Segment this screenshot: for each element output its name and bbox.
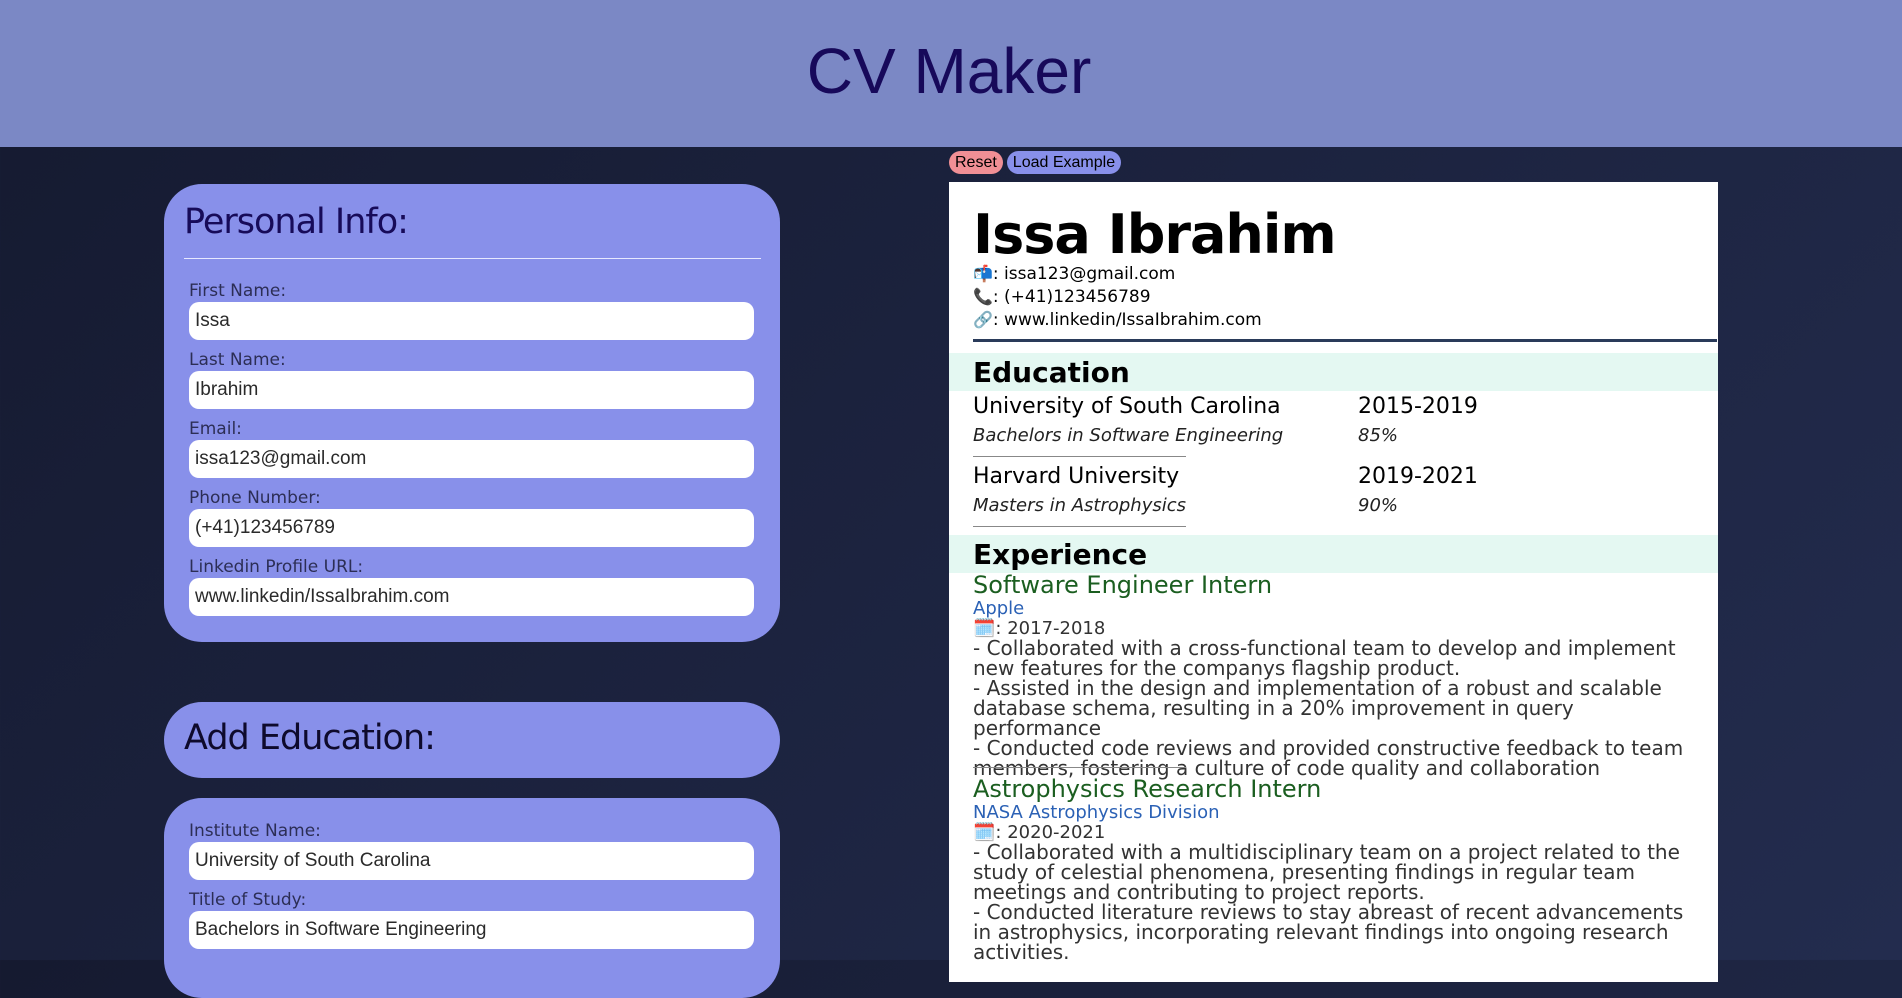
mailbox-icon: 📬 xyxy=(973,264,993,283)
cv-email-text: : issa123@gmail.com xyxy=(992,264,1176,284)
cv-toolbar: Reset Load Example xyxy=(949,151,1122,174)
first-name-field: First Name: Issa xyxy=(189,281,754,340)
phone-input[interactable]: (+41)123456789 xyxy=(189,509,754,547)
exp-description: - Collaborated with a multidisciplinary … xyxy=(973,842,1698,962)
edu-dates: 2015-2019 xyxy=(1358,394,1478,419)
experience-section-header: Experience xyxy=(949,535,1718,573)
entry-separator xyxy=(973,767,1186,768)
exp-bullet: - Conducted literature reviews to stay a… xyxy=(973,900,1684,964)
cv-linkedin-text: : www.linkedin/IssaIbrahim.com xyxy=(992,310,1262,330)
institute-name-input[interactable]: University of South Carolina xyxy=(189,842,754,880)
last-name-field: Last Name: Ibrahim xyxy=(189,350,754,409)
linkedin-label: Linkedin Profile URL: xyxy=(189,557,364,577)
experience-heading: Experience xyxy=(973,538,1148,571)
edu-grade: 90% xyxy=(1358,495,1399,516)
first-name-label: First Name: xyxy=(189,281,287,301)
load-example-button[interactable]: Load Example xyxy=(1006,151,1122,174)
exp-bullet: - Conducted code reviews and provided co… xyxy=(973,736,1684,780)
entry-separator xyxy=(973,456,1186,457)
cv-phone-text: : (+41)123456789 xyxy=(992,287,1151,307)
link-icon: 🔗 xyxy=(973,310,993,329)
exp-bullet: - Collaborated with a multidisciplinary … xyxy=(973,840,1680,904)
exp-company: NASA Astrophysics Division xyxy=(973,802,1220,823)
exp-bullet: - Collaborated with a cross-functional t… xyxy=(973,636,1676,680)
linkedin-field: Linkedin Profile URL: www.linkedin/IssaI… xyxy=(189,557,754,616)
exp-title: Software Engineer Intern xyxy=(973,571,1273,599)
education-section-header: Education xyxy=(949,353,1718,391)
add-education-heading: Add Education: xyxy=(184,718,436,758)
personal-info-card: Personal Info: First Name: Issa Last Nam… xyxy=(164,184,780,642)
last-name-input[interactable]: Ibrahim xyxy=(189,371,754,409)
add-education-button[interactable]: Add Education: xyxy=(164,702,780,778)
app-header: CV Maker xyxy=(0,0,1902,147)
cv-phone: 📞: (+41)123456789 xyxy=(973,287,1151,307)
edu-institute: Harvard University xyxy=(973,464,1180,489)
email-field: Email: issa123@gmail.com xyxy=(189,419,754,478)
edu-title: Masters in Astrophysics xyxy=(973,495,1187,516)
exp-company: Apple xyxy=(973,598,1025,619)
phone-icon: 📞 xyxy=(973,287,993,306)
phone-label: Phone Number: xyxy=(189,488,321,508)
email-label: Email: xyxy=(189,419,242,439)
reset-button[interactable]: Reset xyxy=(949,151,1003,174)
edu-institute: University of South Carolina xyxy=(973,394,1281,419)
cv-linkedin: 🔗: www.linkedin/IssaIbrahim.com xyxy=(973,310,1262,330)
title-of-study-field: Title of Study: Bachelors in Software En… xyxy=(189,890,754,949)
cv-name: Issa Ibrahim xyxy=(973,203,1337,266)
education-form-card: Institute Name: University of South Caro… xyxy=(164,798,780,998)
exp-description: - Collaborated with a cross-functional t… xyxy=(973,638,1698,778)
divider xyxy=(184,258,761,259)
edu-grade: 85% xyxy=(1358,425,1399,446)
first-name-input[interactable]: Issa xyxy=(189,302,754,340)
entry-separator xyxy=(973,526,1186,527)
email-input[interactable]: issa123@gmail.com xyxy=(189,440,754,478)
personal-info-heading: Personal Info: xyxy=(184,202,409,242)
app-title: CV Maker xyxy=(806,34,1092,107)
education-heading: Education xyxy=(973,356,1130,389)
exp-bullet: - Assisted in the design and implementat… xyxy=(973,676,1662,740)
phone-field: Phone Number: (+41)123456789 xyxy=(189,488,754,547)
title-of-study-input[interactable]: Bachelors in Software Engineering xyxy=(189,911,754,949)
institute-name-label: Institute Name: xyxy=(189,821,321,841)
header-rule xyxy=(973,339,1717,342)
cv-preview: Issa Ibrahim 📬: issa123@gmail.com 📞: (+4… xyxy=(949,182,1718,982)
edu-dates: 2019-2021 xyxy=(1358,464,1478,489)
title-of-study-label: Title of Study: xyxy=(189,890,307,910)
edu-title: Bachelors in Software Engineering xyxy=(973,425,1284,446)
exp-title: Astrophysics Research Intern xyxy=(973,775,1322,803)
linkedin-input[interactable]: www.linkedin/IssaIbrahim.com xyxy=(189,578,754,616)
last-name-label: Last Name: xyxy=(189,350,286,370)
cv-email: 📬: issa123@gmail.com xyxy=(973,264,1175,284)
institute-name-field: Institute Name: University of South Caro… xyxy=(189,821,754,880)
